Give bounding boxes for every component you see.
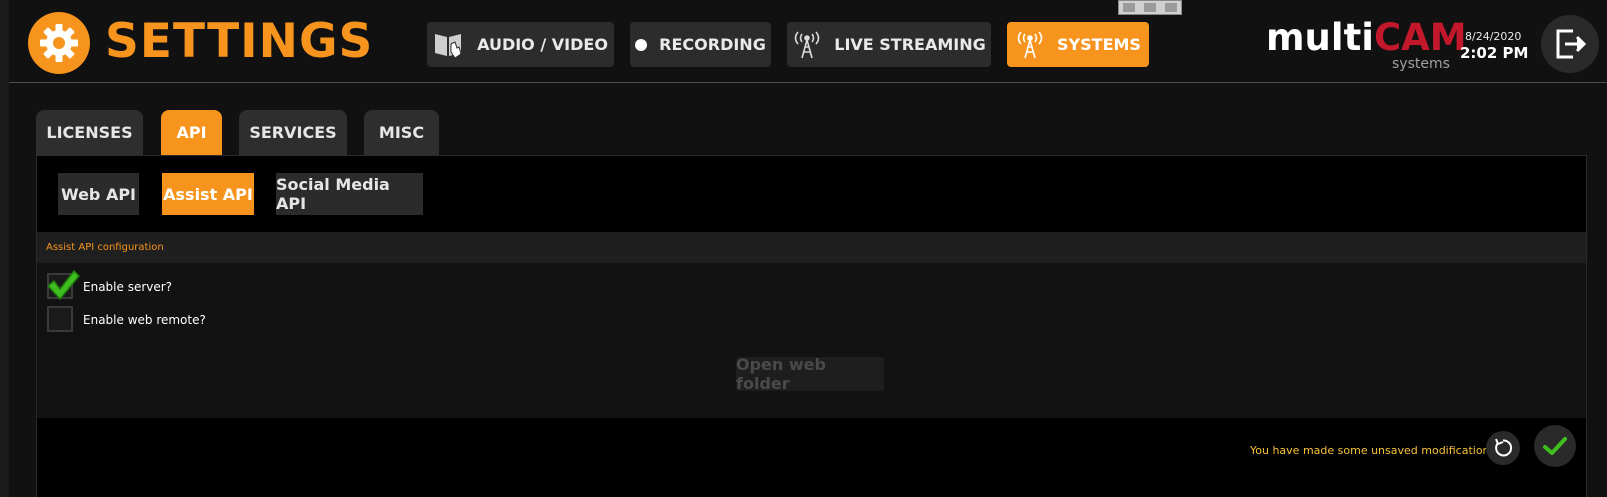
tab-misc[interactable]: MISC	[364, 110, 439, 155]
settings-logo	[28, 12, 90, 74]
antenna-icon	[1015, 30, 1045, 60]
exit-icon	[1556, 29, 1587, 59]
subtab-web-api[interactable]: Web API	[58, 173, 139, 215]
tab-misc-label: MISC	[378, 123, 425, 142]
subtab-assist-api[interactable]: Assist API	[162, 173, 254, 215]
tab-services[interactable]: SERVICES	[239, 110, 347, 155]
page-title: SETTINGS	[105, 14, 374, 69]
clock-time: 2:02 PM	[1460, 44, 1529, 62]
tab-licenses[interactable]: LICENSES	[36, 110, 143, 155]
subtab-social-media-api-label: Social Media API	[276, 175, 390, 213]
nav-systems-label: SYSTEMS	[1057, 35, 1141, 54]
checkmark-icon	[46, 269, 81, 301]
layout-icon	[1143, 3, 1156, 12]
open-web-folder-button[interactable]: Open web folder	[736, 355, 884, 393]
undo-icon	[1495, 438, 1513, 457]
section-body: Enable server? Enable web remote? Open w…	[37, 263, 1586, 418]
tab-licenses-label: LICENSES	[46, 123, 133, 142]
enable-server-checkbox[interactable]	[46, 269, 81, 301]
nav-audio-video-label: AUDIO / VIDEO	[477, 35, 608, 54]
section-title: Assist API configuration	[46, 242, 164, 253]
nav-systems[interactable]: SYSTEMS	[1007, 22, 1149, 67]
section-header: Assist API configuration	[37, 232, 1586, 263]
clock-date: 8/24/2020	[1465, 30, 1522, 43]
chevron-down-icon	[1164, 3, 1177, 12]
book-hand-icon	[433, 30, 465, 60]
antenna-icon	[792, 30, 822, 60]
header-bar: SETTINGS AUDIO / VIDEO RECORDING LIVE ST…	[9, 0, 1607, 83]
logout-button[interactable]	[1541, 15, 1599, 73]
brand-cam: CAM	[1373, 16, 1467, 59]
nav-audio-video[interactable]: AUDIO / VIDEO	[427, 22, 614, 67]
enable-server-label: Enable server?	[83, 280, 173, 294]
nav-recording-label: RECORDING	[659, 35, 766, 54]
revert-button[interactable]	[1486, 431, 1520, 465]
subtab-assist-api-label: Assist API	[163, 184, 253, 204]
gear-icon	[40, 24, 78, 62]
nav-recording[interactable]: RECORDING	[630, 22, 771, 67]
brand-sub: systems	[1392, 56, 1450, 72]
subtab-web-api-label: Web API	[60, 184, 136, 204]
left-edge-strip	[0, 0, 9, 497]
enable-web-remote-checkbox[interactable]	[47, 306, 73, 332]
brand-multi: multi	[1266, 16, 1374, 59]
dot-icon	[635, 38, 648, 51]
grid-icon	[1123, 3, 1136, 12]
tab-services-label: SERVICES	[249, 123, 337, 142]
nav-live-streaming[interactable]: LIVE STREAMING	[787, 22, 991, 67]
tab-api-label: API	[176, 123, 207, 142]
window-controls-widget[interactable]	[1118, 0, 1182, 15]
unsaved-message: You have made some unsaved modifications…	[1250, 444, 1506, 457]
tab-api[interactable]: API	[161, 110, 222, 155]
nav-live-streaming-label: LIVE STREAMING	[834, 35, 986, 54]
brand-logo: multiCAM systems	[1266, 16, 1467, 73]
checkmark-icon	[1543, 437, 1567, 455]
apply-button[interactable]	[1534, 425, 1576, 467]
subtab-social-media-api[interactable]: Social Media API	[276, 173, 423, 215]
api-panel: Web API Assist API Social Media API Assi…	[36, 155, 1587, 497]
enable-web-remote-label: Enable web remote?	[83, 313, 206, 327]
